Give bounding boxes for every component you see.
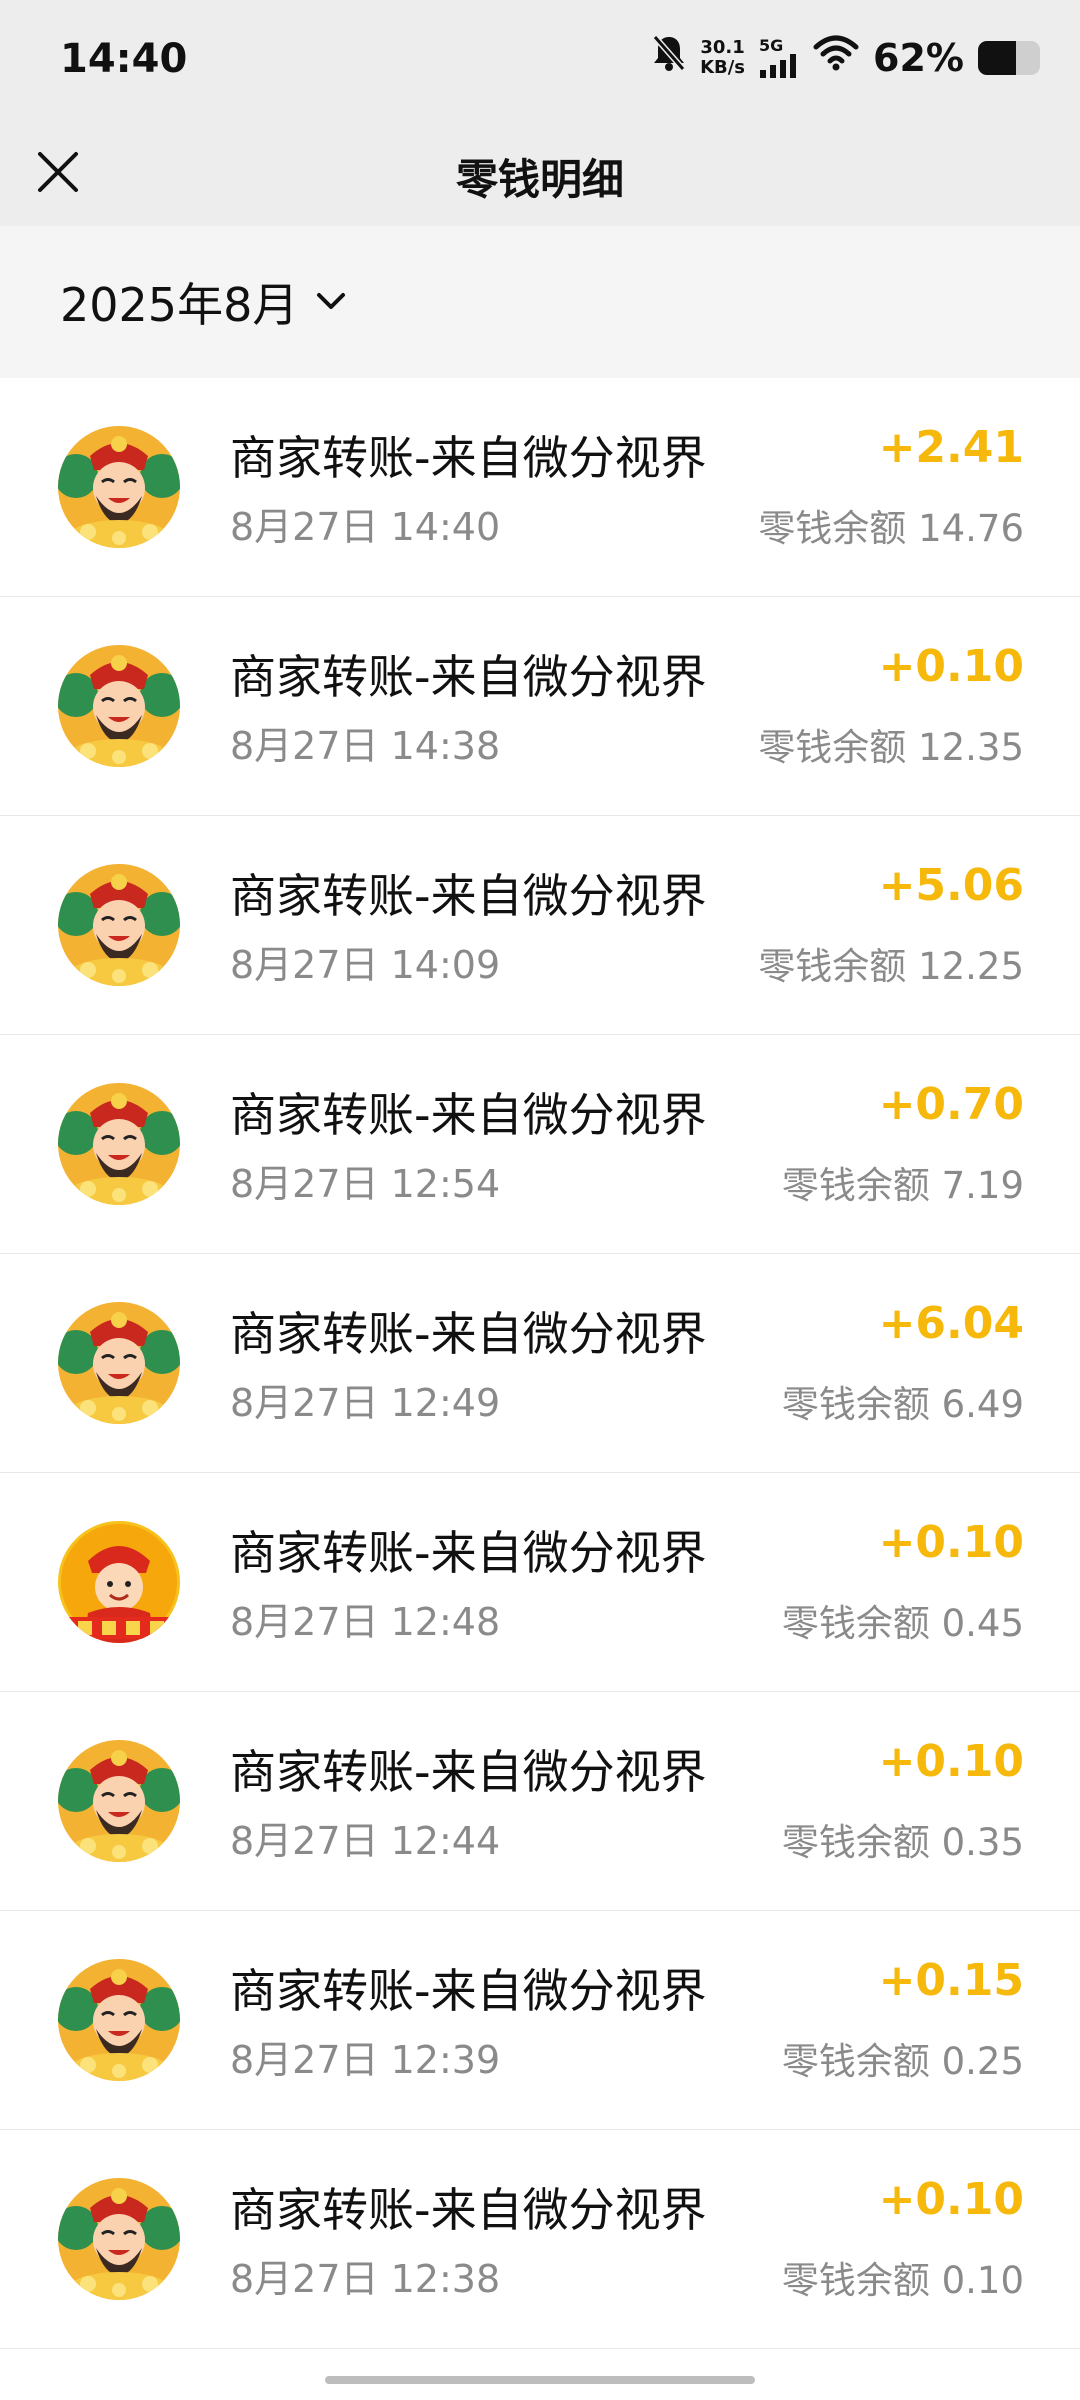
transaction-amount: +0.70 [878,1079,1024,1130]
transaction-amount: +0.10 [878,1517,1024,1568]
transaction-row[interactable]: 商家转账-来自微分视界 8月27日 12:49 +6.04 零钱余额 6.49 [0,1254,1080,1473]
transaction-time: 8月27日 12:48 [230,1600,501,1644]
transaction-time: 8月27日 14:40 [230,505,501,549]
page-title: 零钱明细 [455,155,624,204]
transaction-balance: 零钱余额 12.25 [758,945,1024,988]
transaction-row[interactable]: 商家转账-来自微分视界 8月27日 14:09 +5.06 零钱余额 12.25 [0,816,1080,1035]
transaction-row[interactable]: 商家转账-来自微分视界 8月27日 12:39 +0.15 零钱余额 0.25 [0,1911,1080,2130]
net-speed-value: 30.1 [700,36,745,58]
transaction-amount: +2.41 [878,422,1024,473]
nav-bar: 零钱明细 [0,120,1080,226]
transaction-amount: +0.10 [878,1736,1024,1787]
transaction-row[interactable]: 商家转账-来自微分视界 8月27日 12:54 +0.70 零钱余额 7.19 [0,1035,1080,1254]
transaction-row[interactable]: 商家转账-来自微分视界 8月27日 12:38 +0.10 零钱余额 0.10 [0,2130,1080,2349]
transaction-balance: 零钱余额 14.76 [758,507,1024,550]
chevron-down-icon [316,292,346,312]
signal-icon [760,53,797,78]
god-of-wealth-avatar [58,1740,180,1862]
transaction-balance: 零钱余额 7.19 [781,1164,1024,1207]
battery-icon [978,40,1040,75]
transaction-time: 8月27日 12:54 [230,1162,501,1206]
transaction-amount: +5.06 [878,860,1024,911]
transaction-title: 商家转账-来自微分视界 [230,1964,707,2018]
transaction-row[interactable]: 商家转账-来自微分视界 8月27日 14:40 +2.41 零钱余额 14.76 [0,378,1080,597]
god-of-wealth-avatar [58,864,180,986]
transaction-title: 商家转账-来自微分视界 [230,1526,707,1580]
transaction-balance: 零钱余额 0.10 [781,2259,1024,2302]
top-area: 14:40 30.1 KB/s 5G 62% 零钱明细 [0,0,1080,226]
bell-muted-icon [652,34,686,81]
month-filter[interactable]: 2025年8月 [0,226,1080,378]
net-speed: 30.1 KB/s [700,36,746,78]
god-of-wealth-avatar [58,426,180,548]
transaction-balance: 零钱余额 0.45 [781,1602,1024,1645]
transaction-row[interactable]: 商家转账-来自微分视界 8月27日 14:38 +0.10 零钱余额 12.35 [0,597,1080,816]
transaction-time: 8月27日 14:09 [230,943,501,987]
network-label: 5G [759,35,784,55]
fortune-boy-avatar [58,1521,180,1643]
transaction-time: 8月27日 14:38 [230,724,501,768]
transaction-amount: +0.10 [878,2174,1024,2225]
transaction-list: 商家转账-来自微分视界 8月27日 14:40 +2.41 零钱余额 14.76… [0,378,1080,2349]
transaction-row[interactable]: 商家转账-来自微分视界 8月27日 12:48 +0.10 零钱余额 0.45 [0,1473,1080,1692]
transaction-time: 8月27日 12:39 [230,2038,501,2082]
transaction-amount: +0.10 [878,641,1024,692]
god-of-wealth-avatar [58,1959,180,2081]
net-speed-unit: KB/s [700,56,746,78]
god-of-wealth-avatar [58,1302,180,1424]
transaction-title: 商家转账-来自微分视界 [230,2183,707,2237]
transaction-time: 8月27日 12:44 [230,1819,501,1863]
status-icons: 30.1 KB/s 5G 62% [652,34,1040,81]
transaction-row[interactable]: 商家转账-来自微分视界 8月27日 12:44 +0.10 零钱余额 0.35 [0,1692,1080,1911]
transaction-title: 商家转账-来自微分视界 [230,869,707,923]
transaction-time: 8月27日 12:49 [230,1381,501,1425]
transaction-title: 商家转账-来自微分视界 [230,431,707,485]
status-time: 14:40 [60,36,188,82]
wifi-icon [813,35,859,80]
transaction-time: 8月27日 12:38 [230,2257,501,2301]
transaction-title: 商家转账-来自微分视界 [230,650,707,704]
transaction-amount: +6.04 [878,1298,1024,1349]
transaction-title: 商家转账-来自微分视界 [230,1307,707,1361]
transaction-balance: 零钱余额 0.35 [781,1821,1024,1864]
transaction-balance: 零钱余额 0.25 [781,2040,1024,2083]
transaction-title: 商家转账-来自微分视界 [230,1088,707,1142]
battery-fill [978,40,1017,75]
transaction-balance: 零钱余额 12.35 [758,726,1024,769]
god-of-wealth-avatar [58,2178,180,2300]
god-of-wealth-avatar [58,645,180,767]
status-bar: 14:40 30.1 KB/s 5G 62% [0,0,1080,120]
battery-percent: 62% [873,35,964,80]
network-type: 5G [759,35,799,78]
month-label: 2025年8月 [60,278,299,332]
transaction-title: 商家转账-来自微分视界 [230,1745,707,1799]
transaction-amount: +0.15 [878,1955,1024,2006]
god-of-wealth-avatar [58,1083,180,1205]
home-indicator[interactable] [325,2376,755,2384]
transaction-balance: 零钱余额 6.49 [781,1383,1024,1426]
